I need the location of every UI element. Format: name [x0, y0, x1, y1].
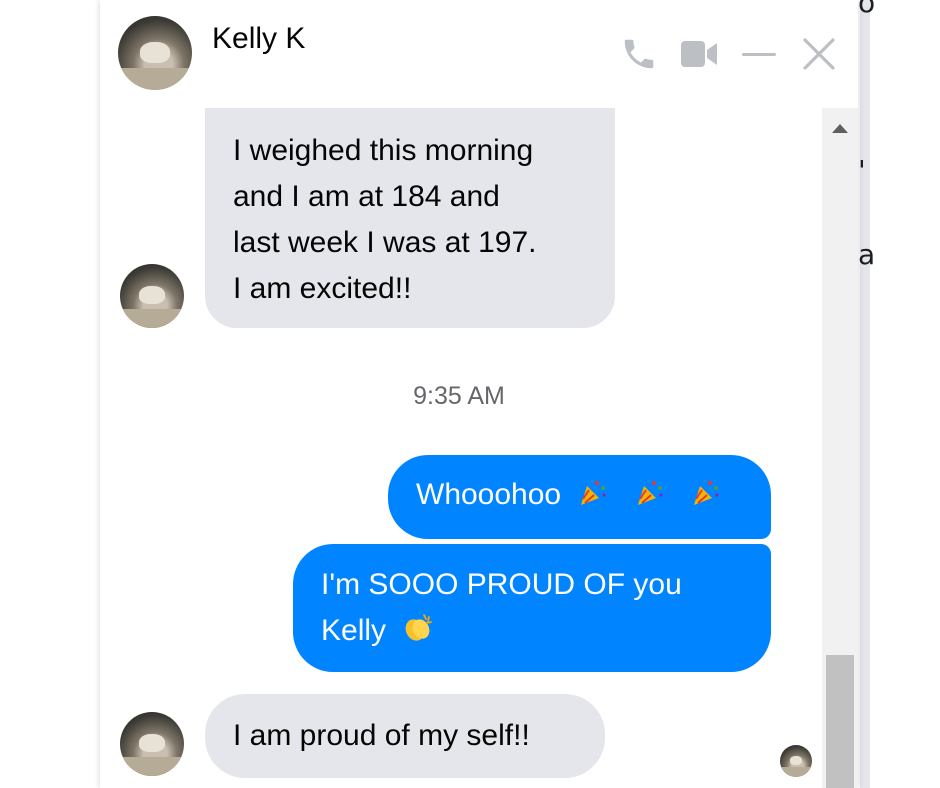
sender-avatar[interactable] [120, 264, 184, 328]
minimize-icon[interactable] [738, 34, 780, 74]
scrollbar-thumb[interactable] [826, 655, 854, 788]
party-popper-icon [577, 476, 607, 506]
background-page-strip [860, 0, 870, 788]
background-text-fragment: o [858, 0, 876, 19]
message-line: I'm SOOO PROUD OF you [321, 568, 682, 601]
message-line: I am excited!! [233, 272, 412, 305]
seen-indicator-avatar [780, 745, 812, 777]
phone-icon[interactable] [618, 34, 660, 74]
message-text: I am proud of my self!! [233, 719, 530, 752]
outgoing-message-bubble[interactable]: I'm SOOO PROUD OF you Kelly [293, 544, 771, 672]
video-camera-icon[interactable] [678, 34, 720, 74]
contact-name[interactable]: Kelly K [212, 22, 305, 56]
page-background-left [0, 0, 80, 788]
clapping-hands-icon [402, 612, 433, 642]
outgoing-message-bubble[interactable]: Whooohoo [388, 455, 771, 539]
message-line: I weighed this morning [233, 134, 534, 167]
message-list: I weighed this morning and I am at 184 a… [100, 108, 822, 788]
message-line: and I am at 184 and [233, 180, 500, 213]
chat-header: Kelly K [100, 0, 858, 109]
close-icon[interactable] [798, 34, 840, 74]
background-text-fragment: ' [858, 154, 866, 187]
scroll-up-arrow-icon[interactable] [832, 124, 848, 133]
contact-avatar[interactable] [118, 16, 192, 90]
incoming-message-bubble[interactable]: I weighed this morning and I am at 184 a… [205, 108, 615, 328]
party-popper-icon [634, 476, 664, 506]
message-line: last week I was at 197. [233, 226, 537, 259]
message-timestamp: 9:35 AM [413, 382, 505, 410]
party-popper-icon [690, 476, 720, 506]
sender-avatar[interactable] [120, 712, 184, 776]
chat-window: Kelly K I weighed this morning and I am … [100, 0, 858, 788]
incoming-message-bubble[interactable]: I am proud of my self!! [205, 694, 605, 778]
background-text-fragment: a [858, 238, 876, 271]
message-line: Kelly [321, 608, 743, 654]
message-text: Whooohoo [416, 478, 562, 511]
